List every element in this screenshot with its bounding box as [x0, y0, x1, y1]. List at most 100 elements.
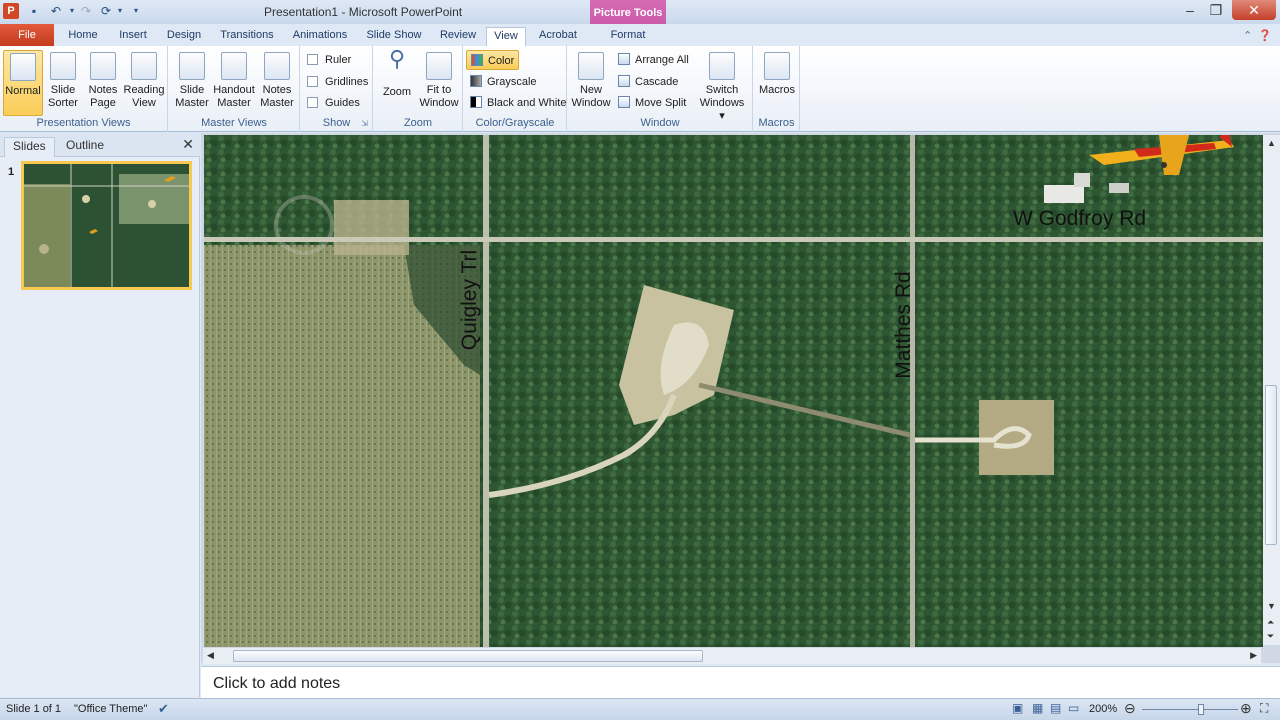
slides-panel: Slides Outline ✕ 1	[0, 133, 200, 697]
repeat-dropdown-icon[interactable]: ▾	[112, 3, 128, 19]
slide-sorter-icon	[50, 52, 76, 80]
reading-view-button[interactable]: Reading View	[122, 50, 166, 116]
minimize-ribbon-icon[interactable]: ⌃ ❓	[1243, 29, 1272, 42]
tab-view[interactable]: View	[486, 27, 526, 46]
tab-file[interactable]: File	[0, 24, 54, 46]
aerial-map-image: Quigley Trl Matthes Rd W Godfroy Rd	[204, 135, 1263, 647]
dialog-launcher-icon[interactable]: ⇲	[361, 119, 368, 128]
normal-view-button[interactable]: Normal	[3, 50, 43, 116]
next-slide-icon[interactable]: ⏷	[1267, 631, 1274, 642]
close-panel-icon[interactable]: ✕	[182, 136, 194, 153]
grayscale-button[interactable]: Grayscale	[470, 72, 537, 92]
previous-slide-icon[interactable]: ⏶	[1267, 617, 1274, 628]
normal-view-icon	[10, 53, 36, 81]
group-label: Master Views	[201, 117, 267, 129]
zoom-slider-thumb[interactable]	[1198, 704, 1204, 715]
notes-master-button[interactable]: Notes Master	[257, 50, 297, 116]
cascade-icon	[618, 75, 630, 87]
ribbon: Normal Slide Sorter Notes Page Reading V…	[0, 46, 1280, 132]
scroll-left-icon[interactable]: ◀	[207, 650, 214, 661]
magnifier-icon: ⚲	[388, 46, 406, 71]
tab-outline[interactable]: Outline	[58, 137, 112, 157]
group-label: Zoom	[403, 117, 433, 129]
cascade-button[interactable]: Cascade	[618, 72, 678, 92]
gridlines-checkbox[interactable]: Gridlines	[307, 72, 368, 92]
tab-transitions[interactable]: Transitions	[216, 27, 278, 46]
group-macros: Macros Macros	[754, 46, 800, 132]
slide-master-button[interactable]: Slide Master	[173, 50, 211, 116]
status-bar: Slide 1 of 1 "Office Theme" ✔ ▣ ▦ ▤ ▭ 20…	[0, 698, 1280, 720]
undo-icon[interactable]: ↶	[48, 3, 64, 19]
customize-qat-icon[interactable]: ▾	[128, 3, 144, 19]
zoom-in-icon[interactable]: ⊕	[1240, 700, 1252, 717]
reading-view-status-icon[interactable]: ▤	[1050, 701, 1061, 715]
tab-acrobat[interactable]: Acrobat	[534, 27, 582, 46]
normal-view-status-icon[interactable]: ▣	[1012, 701, 1023, 715]
macros-icon	[764, 52, 790, 80]
slide-sorter-status-icon[interactable]: ▦	[1032, 701, 1043, 715]
black-white-icon	[470, 96, 482, 108]
arrange-all-button[interactable]: Arrange All	[618, 50, 689, 70]
switch-windows-button[interactable]: Switch Windows ▾	[696, 50, 748, 122]
horizontal-scrollbar[interactable]: ◀ ▶	[203, 647, 1261, 664]
color-button[interactable]: Color	[466, 50, 520, 70]
zoom-out-icon[interactable]: ⊖	[1124, 700, 1136, 717]
slide-thumbnail[interactable]	[21, 161, 192, 290]
vertical-scroll-thumb[interactable]	[1265, 385, 1277, 545]
zoom-slider[interactable]	[1142, 709, 1238, 710]
theme-status[interactable]: "Office Theme"	[74, 703, 147, 715]
move-split-button[interactable]: Move Split	[618, 93, 686, 113]
redo-icon[interactable]: ↷	[78, 3, 94, 19]
fit-to-window-button[interactable]: Fit to Window	[418, 50, 460, 116]
powerpoint-logo-icon[interactable]: P	[3, 3, 19, 19]
zoom-level[interactable]: 200%	[1089, 703, 1117, 715]
horizontal-scroll-thumb[interactable]	[233, 650, 703, 662]
ruler-checkbox[interactable]: Ruler	[307, 50, 351, 70]
scroll-right-icon[interactable]: ▶	[1250, 650, 1257, 661]
tab-design[interactable]: Design	[162, 27, 206, 46]
tab-insert[interactable]: Insert	[112, 27, 154, 46]
save-icon[interactable]: ▪	[26, 3, 42, 19]
spell-check-icon[interactable]: ✔	[158, 701, 169, 717]
notes-page-button[interactable]: Notes Page	[84, 50, 122, 116]
slide-sorter-button[interactable]: Slide Sorter	[44, 50, 82, 116]
handout-master-button[interactable]: Handout Master	[213, 50, 255, 116]
scroll-down-icon[interactable]: ▼	[1267, 601, 1276, 611]
group-presentation-views: Normal Slide Sorter Notes Page Reading V…	[0, 46, 168, 132]
notes-master-icon	[264, 52, 290, 80]
notes-pane[interactable]: Click to add notes	[201, 666, 1280, 698]
group-label: Color/Grayscale	[475, 117, 555, 129]
new-window-button[interactable]: New Window	[570, 50, 612, 116]
group-show: Ruler Gridlines Guides Show ⇲	[301, 46, 373, 132]
slide-number: 1	[8, 166, 15, 178]
tab-animations[interactable]: Animations	[288, 27, 352, 46]
group-zoom: ⚲ Zoom Fit to Window Zoom	[374, 46, 463, 132]
checkbox-icon	[307, 54, 318, 65]
group-label: Window	[640, 117, 680, 129]
tab-home[interactable]: Home	[62, 27, 104, 46]
black-and-white-button[interactable]: Black and White	[470, 93, 566, 113]
tab-slides[interactable]: Slides	[4, 137, 55, 157]
fit-slide-icon[interactable]: ⛶	[1260, 701, 1268, 716]
group-label: Presentation Views	[36, 117, 131, 129]
close-icon[interactable]: ✕	[1232, 0, 1276, 20]
map-label-quigley: Quigley Trl	[458, 250, 481, 350]
tab-review[interactable]: Review	[436, 27, 480, 46]
aerial-map-picture[interactable]: Quigley Trl Matthes Rd W Godfroy Rd	[204, 135, 1263, 647]
tab-slide-show[interactable]: Slide Show	[362, 27, 426, 46]
notes-placeholder[interactable]: Click to add notes	[213, 675, 340, 693]
restore-icon[interactable]: ❐	[1202, 0, 1230, 20]
guides-checkbox[interactable]: Guides	[307, 93, 360, 113]
map-label-matthes: Matthes Rd	[892, 271, 915, 378]
vertical-scrollbar[interactable]: ▲ ▼ ⏶ ⏷	[1263, 135, 1280, 645]
handout-master-icon	[221, 52, 247, 80]
macros-button[interactable]: Macros	[757, 50, 797, 116]
tab-format[interactable]: Format	[598, 27, 658, 46]
zoom-button[interactable]: ⚲ Zoom	[378, 46, 416, 116]
minimize-icon[interactable]: –	[1176, 0, 1204, 20]
switch-windows-icon	[709, 52, 735, 80]
slide-show-status-icon[interactable]: ▭	[1068, 701, 1079, 715]
panel-tabs: Slides Outline ✕	[0, 133, 200, 157]
scroll-up-icon[interactable]: ▲	[1267, 138, 1276, 148]
checkbox-icon	[307, 76, 318, 87]
